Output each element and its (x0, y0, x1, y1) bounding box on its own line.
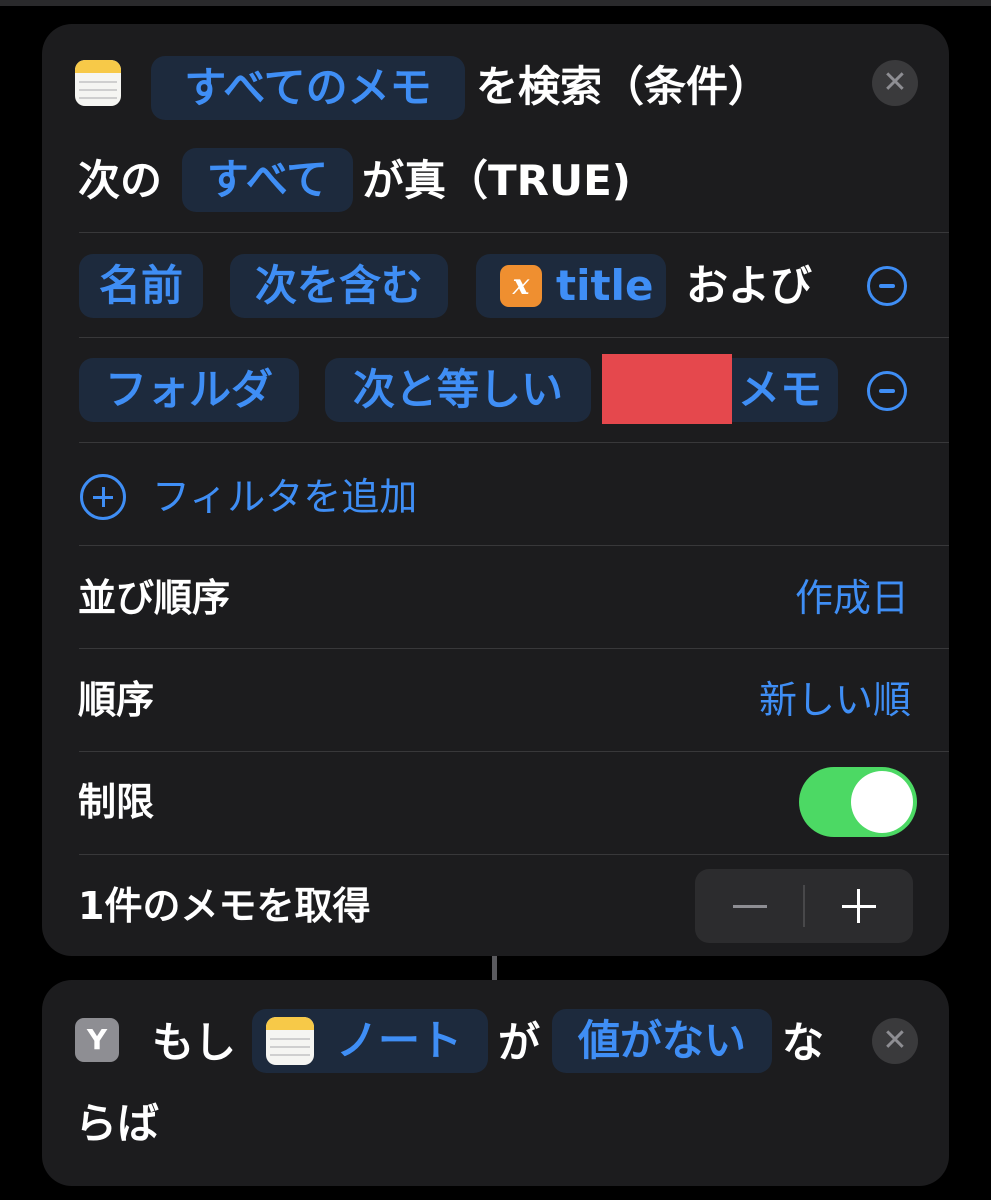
divider (79, 854, 949, 855)
order-label: 順序 (78, 678, 155, 722)
if-suffix-text: な (782, 1018, 825, 1067)
notes-app-icon (75, 60, 121, 106)
filter1-field-pill[interactable]: 名前 (79, 254, 203, 318)
condition-suffix-text: が真（TRUE) (362, 156, 631, 205)
if-suffix-text-line2: らば (75, 1099, 160, 1148)
filter2-field-pill[interactable]: フォルダ (79, 358, 299, 422)
variable-x-icon: x (500, 265, 542, 307)
redaction-block (602, 354, 732, 424)
if-branch-icon: Y (75, 1018, 119, 1062)
filter1-variable-label: title (556, 261, 654, 310)
close-icon[interactable]: ✕ (872, 1018, 918, 1064)
divider (79, 337, 949, 338)
action-title-text: を検索（条件） (476, 62, 771, 111)
get-count-label: 1件のメモを取得 (78, 884, 371, 928)
if-variable-pill[interactable]: ノート (252, 1009, 488, 1073)
remove-filter2-icon[interactable] (867, 371, 907, 411)
limit-label: 制限 (78, 780, 155, 824)
if-condition-pill[interactable]: 値がない (552, 1009, 772, 1073)
increment-button[interactable] (805, 869, 913, 943)
order-value[interactable]: 新しい順 (759, 672, 911, 728)
count-stepper[interactable] (695, 869, 913, 943)
if-variable-label: ノート (336, 1016, 463, 1065)
notes-scope-pill[interactable]: すべてのメモ (151, 56, 465, 120)
divider (79, 545, 949, 546)
filter1-variable-pill[interactable]: x title (476, 254, 666, 318)
filter-conjunction-text: および (686, 261, 813, 310)
decrement-button[interactable] (695, 869, 803, 943)
filter1-operator-pill[interactable]: 次を含む (230, 254, 448, 318)
add-filter-icon[interactable] (80, 474, 126, 520)
remove-filter1-icon[interactable] (867, 266, 907, 306)
sort-by-value[interactable]: 作成日 (795, 570, 909, 626)
divider (79, 648, 949, 649)
limit-toggle[interactable] (799, 767, 917, 837)
condition-match-pill[interactable]: すべて (182, 148, 353, 212)
divider (79, 442, 949, 443)
action-connector (492, 956, 497, 980)
filter2-value-label: メモ (737, 365, 822, 414)
close-icon[interactable]: ✕ (872, 60, 918, 106)
filter2-operator-pill[interactable]: 次と等しい (325, 358, 591, 422)
divider (79, 751, 949, 752)
sort-by-label: 並び順序 (78, 576, 231, 620)
divider (79, 232, 949, 233)
if-prefix-text: もし (152, 1018, 237, 1067)
condition-prefix-text: 次の (78, 156, 163, 205)
if-action-card[interactable]: Y もし ノート が 値がない な ✕ らば (42, 980, 949, 1186)
toggle-knob (851, 771, 913, 833)
if-middle-text: が (498, 1018, 541, 1067)
add-filter-button[interactable]: フィルタを追加 (152, 467, 417, 527)
find-notes-action-card[interactable]: すべてのメモ を検索（条件） ✕ 次の すべて が真（TRUE) 名前 次を含む… (42, 24, 949, 956)
status-strip (0, 0, 991, 6)
notes-app-icon (266, 1017, 314, 1065)
